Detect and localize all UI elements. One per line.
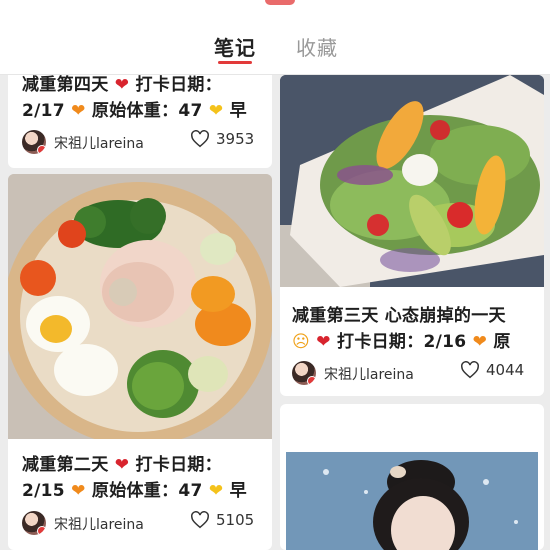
like-button[interactable]: 3953 xyxy=(190,130,254,148)
avatar[interactable] xyxy=(292,361,316,385)
note-card-portrait[interactable] xyxy=(280,404,544,550)
card-title-line-2: ☹ ❤ 打卡日期：2/16 ❤ 原 xyxy=(292,332,511,352)
top-tab-bar: 笔记 收藏 xyxy=(0,0,550,75)
heart-orange-icon: ❤ xyxy=(71,481,86,501)
heart-outline-icon xyxy=(461,361,479,379)
salad-photo-avocado-mango[interactable] xyxy=(280,75,544,287)
avatar[interactable] xyxy=(22,511,46,535)
active-tab-indicator xyxy=(218,61,252,64)
portrait-photo[interactable] xyxy=(286,452,538,550)
salad-image xyxy=(280,75,544,287)
author-row: 宋祖儿lareina 3953 xyxy=(22,130,262,156)
portrait-image xyxy=(286,452,538,550)
card-title-line-2: 2/15 ❤ 原始体重：47 ❤ 早 xyxy=(22,481,247,501)
angry-face-icon: ☹ xyxy=(292,332,311,352)
note-card-day3[interactable]: 减重第三天 心态崩掉的一天 ☹ ❤ 打卡日期：2/16 ❤ 原 宋祖儿larei… xyxy=(280,75,544,396)
like-count: 3953 xyxy=(216,130,255,148)
verified-badge-icon xyxy=(37,145,46,154)
heart-red-icon: ❤ xyxy=(114,75,130,95)
verified-badge-icon xyxy=(37,526,46,535)
like-button[interactable]: 4044 xyxy=(460,361,524,379)
author-name[interactable]: 宋祖儿lareina xyxy=(54,514,144,534)
heart-outline-icon xyxy=(191,130,209,148)
tab-favorites[interactable]: 收藏 xyxy=(296,32,338,61)
heart-orange-icon: ❤ xyxy=(71,101,86,121)
card-title-line-2: 2/17 ❤ 原始体重：47 ❤ 早 xyxy=(22,101,247,121)
header-edge-decoration xyxy=(265,0,295,5)
like-count: 5105 xyxy=(216,511,255,529)
author-name[interactable]: 宋祖儿lareina xyxy=(324,364,414,384)
heart-red-icon: ❤ xyxy=(316,332,331,352)
heart-yellow-icon: ❤ xyxy=(208,101,224,121)
salad-bowl-image xyxy=(8,174,272,439)
verified-badge-icon xyxy=(307,376,316,385)
author-name[interactable]: 宋祖儿lareina xyxy=(54,133,144,153)
heart-orange-icon: ❤ xyxy=(472,332,488,352)
card-title-line-1: 减重第二天 ❤ 打卡日期： xyxy=(22,455,222,475)
like-count: 4044 xyxy=(486,361,525,379)
tab-notes[interactable]: 笔记 xyxy=(214,32,256,61)
card-title-line-1: 减重第三天 心态崩掉的一天 xyxy=(292,306,506,326)
note-card-day2[interactable]: 减重第二天 ❤ 打卡日期： 2/15 ❤ 原始体重：47 ❤ 早 宋祖儿lare… xyxy=(8,174,272,550)
author-row: 宋祖儿lareina 4044 xyxy=(292,361,536,387)
heart-outline-icon xyxy=(191,511,209,529)
heart-yellow-icon: ❤ xyxy=(208,481,224,501)
salad-photo-bowl-eggs[interactable] xyxy=(8,174,272,439)
heart-red-icon: ❤ xyxy=(114,455,130,475)
avatar[interactable] xyxy=(22,130,46,154)
author-row: 宋祖儿lareina 5105 xyxy=(22,511,262,537)
like-button[interactable]: 5105 xyxy=(190,511,254,529)
